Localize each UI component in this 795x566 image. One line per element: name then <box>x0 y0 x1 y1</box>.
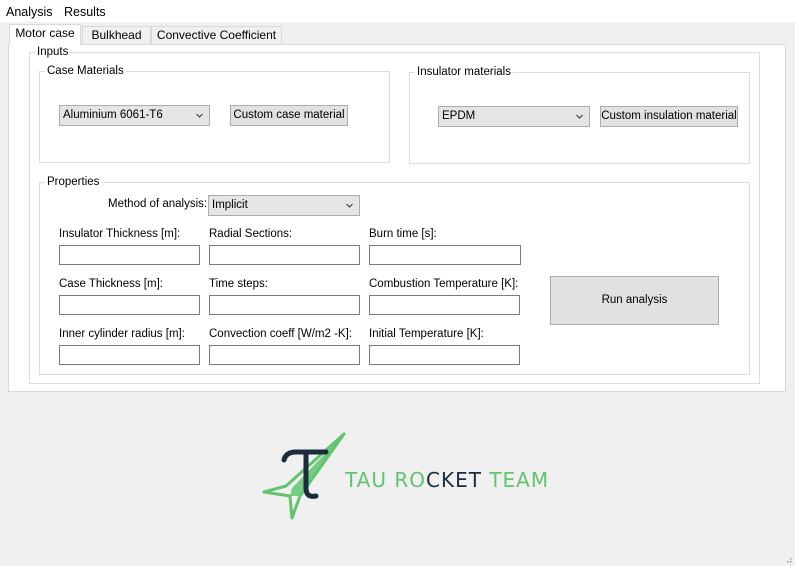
custom-insulation-material-button[interactable]: Custom insulation material <box>600 106 738 127</box>
case-material-select[interactable]: Aluminium 6061-T6 <box>59 105 210 126</box>
inner-cylinder-radius-label: Inner cylinder radius [m]: <box>59 328 185 340</box>
menu-bar <box>0 0 795 22</box>
initial-temperature-label: Initial Temperature [K]: <box>369 328 484 340</box>
convection-coeff-input[interactable] <box>209 345 360 365</box>
tab-motor-case[interactable]: Motor case <box>9 24 81 45</box>
radial-sections-label: Radial Sections: <box>209 228 293 240</box>
case-thickness-input[interactable] <box>59 295 200 315</box>
insulator-material-value: EPDM <box>442 110 476 122</box>
tab-bulkhead[interactable]: Bulkhead <box>82 26 151 44</box>
resize-grip-icon[interactable] <box>785 556 793 564</box>
initial-temperature-input[interactable] <box>369 345 520 365</box>
menu-results[interactable]: Results <box>64 5 106 19</box>
combustion-temperature-input[interactable] <box>369 295 520 315</box>
method-of-analysis-select[interactable]: Implicit <box>208 195 360 216</box>
inputs-group-title: Inputs <box>35 46 71 58</box>
insulator-material-select[interactable]: EPDM <box>438 106 590 127</box>
time-steps-input[interactable] <box>209 295 360 315</box>
properties-title: Properties <box>45 176 102 188</box>
insulator-materials-title: Insulator materials <box>415 66 513 78</box>
logo-text-part2: CKET <box>425 468 482 492</box>
run-analysis-button[interactable]: Run analysis <box>550 276 719 325</box>
logo-text-part1: TAU RO <box>345 468 426 492</box>
logo-text-part3: TEAM <box>481 468 550 492</box>
case-thickness-label: Case Thickness [m]: <box>59 278 163 290</box>
case-materials-title: Case Materials <box>45 65 126 77</box>
inner-cylinder-radius-input[interactable] <box>59 345 200 365</box>
menu-analysis[interactable]: Analysis <box>6 5 53 19</box>
radial-sections-input[interactable] <box>209 245 360 265</box>
tab-convective-coefficient[interactable]: Convective Coefficient <box>151 26 282 44</box>
chevron-down-icon <box>196 113 203 118</box>
tau-rocket-team-logo-text: TAU ROCKET TEAM <box>345 468 549 492</box>
tau-rocket-logo-icon <box>262 432 346 520</box>
time-steps-label: Time steps: <box>209 278 269 290</box>
burn-time-label: Burn time [s]: <box>369 228 437 240</box>
combustion-temperature-label: Combustion Temperature [K]: <box>369 278 519 290</box>
method-of-analysis-value: Implicit <box>212 199 248 211</box>
convection-coeff-label: Convection coeff [W/m2 -K]: <box>209 328 352 340</box>
custom-case-material-button[interactable]: Custom case material <box>230 105 348 126</box>
chevron-down-icon <box>346 203 353 208</box>
insulator-thickness-input[interactable] <box>59 245 200 265</box>
chevron-down-icon <box>576 114 583 119</box>
method-of-analysis-label: Method of analysis: <box>108 198 208 210</box>
burn-time-input[interactable] <box>369 245 521 265</box>
case-material-value: Aluminium 6061-T6 <box>63 109 163 121</box>
insulator-thickness-label: Insulator Thickness [m]: <box>59 228 181 240</box>
